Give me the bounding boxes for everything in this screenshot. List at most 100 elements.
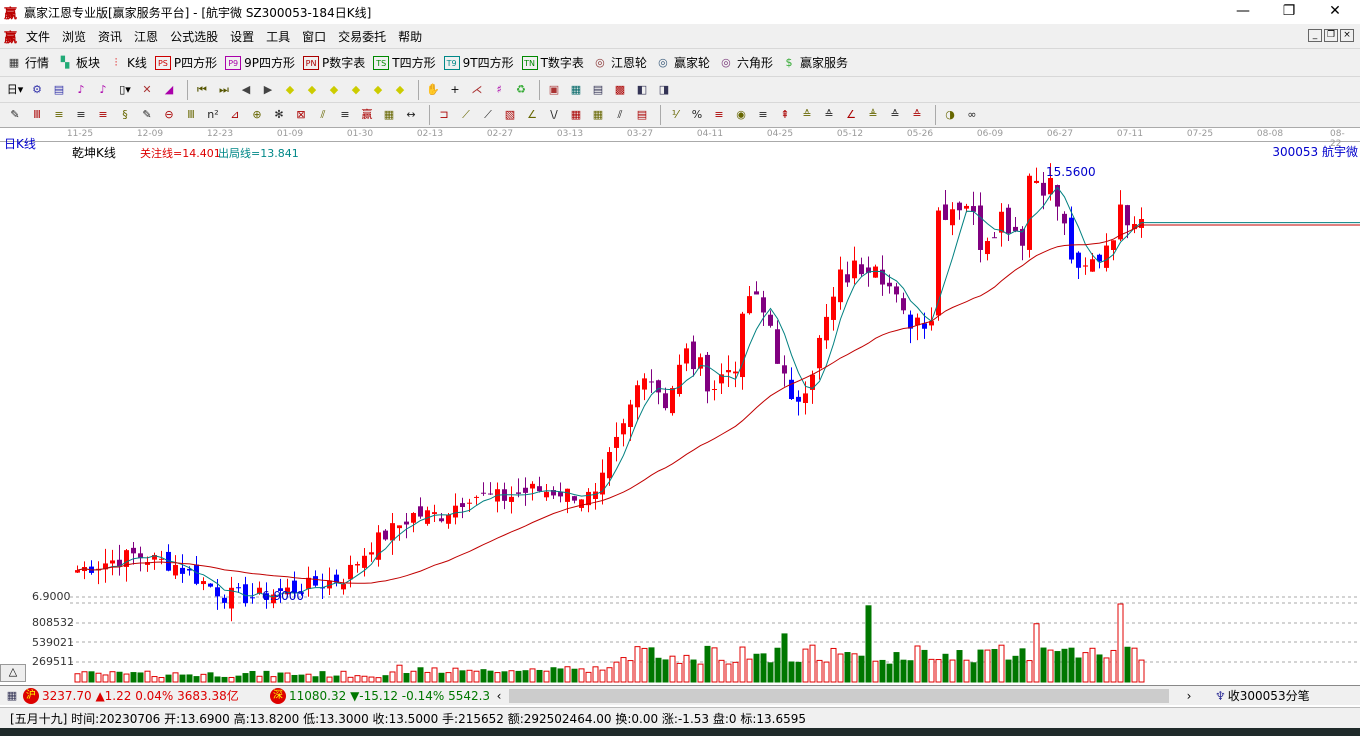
chart-tool-icon[interactable]: ◆ — [391, 82, 409, 98]
menu-item[interactable]: 帮助 — [392, 28, 428, 45]
mdi-close-button[interactable]: × — [1340, 29, 1354, 42]
toolbar-button[interactable]: ◎ 江恩轮 — [592, 54, 647, 71]
drawing-tool-icon[interactable]: ⊐ — [435, 107, 453, 123]
drawing-tool-icon[interactable]: Ⅲ — [28, 107, 46, 123]
chart-tool-icon[interactable]: ▶ — [259, 82, 277, 98]
menu-item[interactable]: 浏览 — [56, 28, 92, 45]
chart-tool-icon[interactable]: ◀ — [237, 82, 255, 98]
drawing-tool-icon[interactable]: ▦ — [567, 107, 585, 123]
chart-tool-icon[interactable]: ◨ — [655, 82, 673, 98]
drawing-tool-icon[interactable]: ≡ — [754, 107, 772, 123]
chart-tool-icon[interactable]: ▩ — [611, 82, 629, 98]
chart-tool-icon[interactable]: ♪ — [94, 82, 112, 98]
chart-tool-icon[interactable]: ◆ — [281, 82, 299, 98]
expand-panel-button[interactable]: △ — [0, 664, 26, 682]
toolbar-button[interactable]: ▚ 板块 — [57, 54, 100, 71]
kline-chart[interactable]: 日K线 乾坤K线 关注线=14.401 出局线=13.841 300053 航宇… — [0, 137, 1360, 684]
chart-tool-icon[interactable]: ▤ — [50, 82, 68, 98]
drawing-tool-icon[interactable]: ≙ — [908, 107, 926, 123]
chart-tool-icon[interactable]: ♯ — [490, 82, 508, 98]
drawing-tool-icon[interactable]: \/ — [545, 107, 563, 123]
chart-tool-icon[interactable]: ⚙ — [28, 82, 46, 98]
drawing-tool-icon[interactable]: ≡ — [336, 107, 354, 123]
drawing-tool-icon[interactable]: ✻ — [270, 107, 288, 123]
chart-tool-icon[interactable]: ♻ — [512, 82, 530, 98]
drawing-tool-icon[interactable]: ⟋ — [457, 107, 475, 123]
drawing-tool-icon[interactable]: ≙ — [886, 107, 904, 123]
drawing-tool-icon[interactable]: ◑ — [941, 107, 959, 123]
toolbar-button[interactable]: TS T四方形 — [373, 54, 436, 71]
scroll-right-button[interactable]: › — [1169, 689, 1209, 703]
chart-tool-icon[interactable]: ◆ — [325, 82, 343, 98]
sh-index-text[interactable]: 3237.70 ▲1.22 0.04% 3683.38亿 — [42, 687, 270, 704]
mdi-minimize-button[interactable]: _ — [1308, 29, 1322, 42]
chart-tool-icon[interactable]: ◆ — [369, 82, 387, 98]
menu-item[interactable]: 窗口 — [296, 28, 332, 45]
toolbar-button[interactable]: ◎ 赢家轮 — [655, 54, 710, 71]
toolbar-button[interactable]: ▦ 行情 — [6, 54, 49, 71]
mdi-restore-button[interactable]: ❐ — [1324, 29, 1338, 42]
drawing-tool-icon[interactable]: ⊕ — [248, 107, 266, 123]
drawing-tool-icon[interactable]: ⊿ — [226, 107, 244, 123]
chart-tool-icon[interactable]: ✋ — [424, 82, 442, 98]
horizontal-scrollbar[interactable] — [509, 688, 1169, 703]
menu-item[interactable]: 交易委托 — [332, 28, 392, 45]
drawing-tool-icon[interactable]: ∠ — [523, 107, 541, 123]
tick-data-link[interactable]: 收300053分笔 — [1228, 687, 1310, 704]
menu-item[interactable]: 江恩 — [128, 28, 164, 45]
restore-button[interactable]: ❐ — [1266, 0, 1312, 24]
chart-tool-icon[interactable]: + — [446, 82, 464, 98]
menu-item[interactable]: 设置 — [224, 28, 260, 45]
menu-item[interactable]: 公式选股 — [164, 28, 224, 45]
drawing-tool-icon[interactable]: ⟋ — [479, 107, 497, 123]
drawing-tool-icon[interactable]: Ⅲ — [182, 107, 200, 123]
chart-tool-icon[interactable]: ▤ — [589, 82, 607, 98]
minimize-button[interactable]: — — [1220, 0, 1266, 24]
menu-item[interactable]: 资讯 — [92, 28, 128, 45]
toolbar-button[interactable]: PN P数字表 — [303, 54, 365, 71]
menu-item[interactable]: 工具 — [260, 28, 296, 45]
drawing-tool-icon[interactable]: ≡ — [50, 107, 68, 123]
scroll-left-button[interactable]: ‹ — [489, 689, 509, 703]
drawing-tool-icon[interactable]: ⫽ — [611, 107, 629, 123]
drawing-tool-icon[interactable]: ≜ — [864, 107, 882, 123]
drawing-tool-icon[interactable]: ≙ — [820, 107, 838, 123]
drawing-tool-icon[interactable]: ✎ — [138, 107, 156, 123]
drawing-tool-icon[interactable]: ▧ — [501, 107, 519, 123]
toolbar-button[interactable]: PS P四方形 — [154, 54, 217, 71]
drawing-tool-icon[interactable]: 赢 — [358, 107, 376, 123]
chart-tool-icon[interactable]: ✕ — [138, 82, 156, 98]
toolbar-button[interactable]: ◎ 六角形 — [718, 54, 773, 71]
drawing-tool-icon[interactable]: ⊠ — [292, 107, 310, 123]
chart-tool-icon[interactable]: ◆ — [303, 82, 321, 98]
chart-tool-icon[interactable]: ⏭ — [215, 82, 233, 98]
toolbar-button[interactable]: $ 赢家服务 — [781, 54, 848, 71]
drawing-tool-icon[interactable]: § — [116, 107, 134, 123]
chart-tool-icon[interactable]: ◧ — [633, 82, 651, 98]
drawing-tool-icon[interactable]: ≙ — [798, 107, 816, 123]
chart-tool-icon[interactable]: ♪ — [72, 82, 90, 98]
drawing-tool-icon[interactable]: ↔ — [402, 107, 420, 123]
chart-tool-icon[interactable]: ⋌ — [468, 82, 486, 98]
drawing-tool-icon[interactable]: % — [688, 107, 706, 123]
chart-tool-icon[interactable]: ▦ — [567, 82, 585, 98]
chart-tool-icon[interactable]: ▣ — [545, 82, 563, 98]
toolbar-button[interactable]: TN T数字表 — [521, 54, 584, 71]
sz-index-text[interactable]: 11080.32 ▼-15.12 -0.14% 5542.38 — [289, 689, 489, 703]
chart-tool-icon[interactable]: ◢ — [160, 82, 178, 98]
drawing-tool-icon[interactable]: ≡ — [72, 107, 90, 123]
drawing-tool-icon[interactable]: n² — [204, 107, 222, 123]
drawing-tool-icon[interactable]: ⊖ — [160, 107, 178, 123]
drawing-tool-icon[interactable]: ⇞ — [776, 107, 794, 123]
drawing-tool-icon[interactable]: ▤ — [633, 107, 651, 123]
drawing-tool-icon[interactable]: ✎ — [6, 107, 24, 123]
drawing-tool-icon[interactable]: ▦ — [589, 107, 607, 123]
toolbar-button[interactable]: T9 9T四方形 — [443, 54, 514, 71]
chart-tool-icon[interactable]: ▯▾ — [116, 82, 134, 98]
drawing-tool-icon[interactable]: ≡ — [710, 107, 728, 123]
close-button[interactable]: ✕ — [1312, 0, 1358, 24]
chart-tool-icon[interactable]: 日▾ — [6, 82, 24, 98]
drawing-tool-icon[interactable]: ⅟ — [666, 107, 684, 123]
drawing-tool-icon[interactable]: ⫽ — [314, 107, 332, 123]
drawing-tool-icon[interactable]: ∠ — [842, 107, 860, 123]
